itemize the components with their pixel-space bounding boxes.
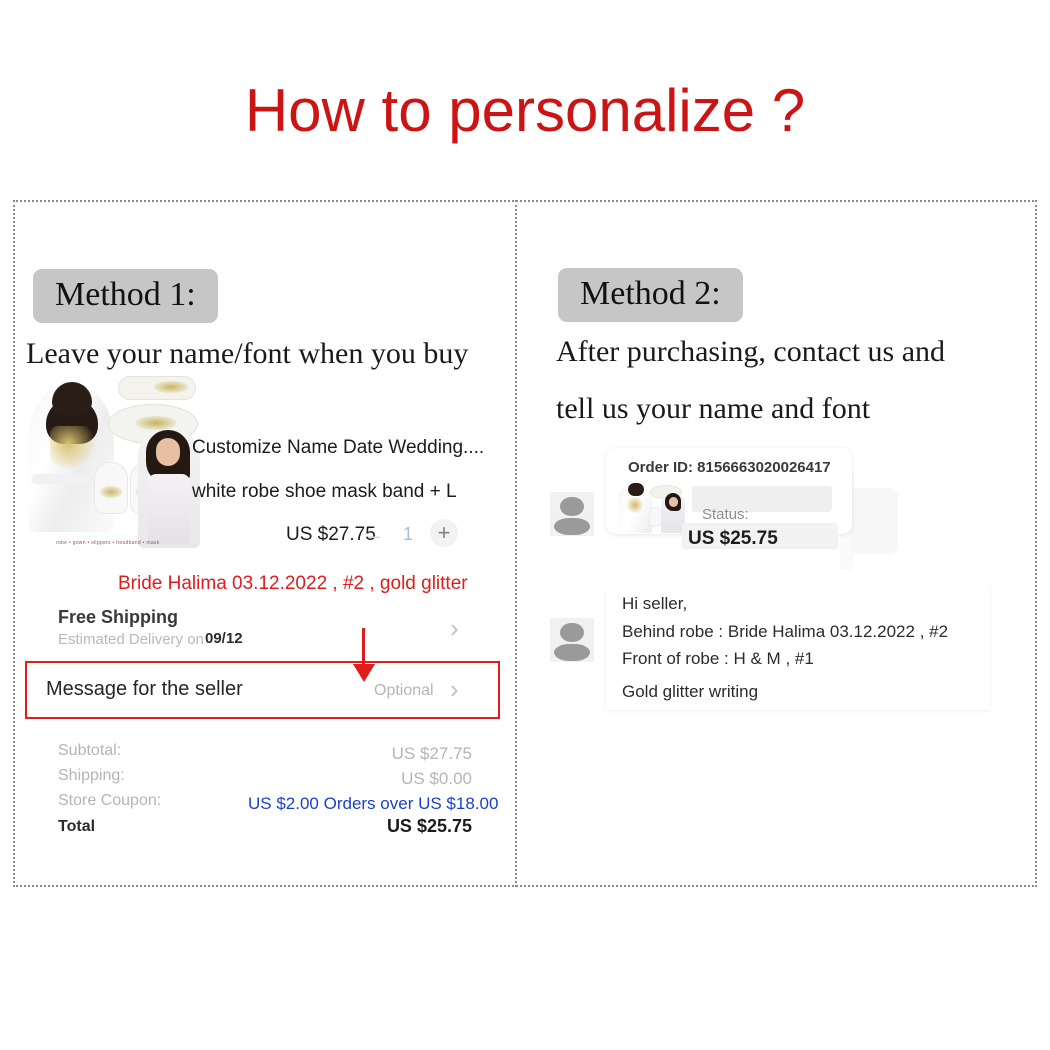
avatar — [550, 492, 594, 536]
model-image — [138, 430, 200, 548]
quantity-value: 1 — [403, 524, 414, 544]
order-thumbnail — [617, 481, 687, 533]
headband-script-icon — [154, 381, 188, 393]
order-id-text: Order ID: 8156663020026417 — [628, 459, 831, 476]
method-1-subtitle: Leave your name/font when you buy — [26, 337, 469, 370]
chat-message-line: Gold glitter writing — [622, 682, 759, 701]
method-2-badge: Method 2: — [558, 268, 743, 322]
total-value: US $25.75 — [386, 816, 472, 836]
shipping-label: Shipping: — [58, 767, 125, 784]
headband-image — [118, 376, 196, 400]
slipper-script-icon — [100, 486, 122, 498]
red-annotation-example: Bride Halima 03.12.2022 , #2 , gold glit… — [118, 573, 468, 594]
robe-model-head-icon — [52, 382, 92, 416]
estimated-delivery-label: Estimated Delivery on — [58, 631, 204, 648]
order-status-label: Status: — [702, 506, 749, 523]
page-title: How to personalize ? — [244, 77, 806, 144]
product-price: US $27.75 — [286, 524, 376, 545]
method-1-badge: Method 1: — [33, 269, 218, 323]
product-variant: white robe shoe mask band + L — [192, 481, 457, 502]
gold-script-icon — [626, 497, 644, 513]
slipper-left-image — [94, 462, 128, 514]
avatar-body-icon — [554, 518, 590, 535]
avatar-head-icon — [560, 623, 584, 642]
subtotal-value: US $27.75 — [391, 744, 472, 763]
order-price-value: US $25.75 — [688, 528, 778, 549]
estimated-delivery-date: 09/12 — [205, 630, 243, 647]
infographic-page: How to personalize ? Method 1: Leave you… — [0, 0, 1050, 1050]
chevron-right-icon[interactable]: › — [450, 676, 459, 702]
quantity-increase-button[interactable]: + — [430, 519, 458, 547]
store-coupon-value[interactable]: US $2.00 Orders over US $18.00 — [248, 794, 498, 814]
total-label: Total — [58, 818, 96, 835]
robe-image — [618, 483, 652, 533]
avatar-head-icon — [560, 497, 584, 516]
model-face-icon — [669, 497, 678, 507]
model-face-icon — [156, 438, 180, 466]
subtotal-label: Subtotal: — [58, 742, 122, 759]
avatar — [550, 618, 594, 662]
chat-message-line: Hi seller, — [622, 594, 688, 613]
message-optional-hint: Optional — [374, 682, 434, 699]
mask-script-icon — [136, 416, 176, 430]
method-2-subtitle-line-1: After purchasing, contact us and — [556, 335, 946, 368]
thumbnail-caption: robe • gown • slippers • headband • mask — [56, 540, 160, 546]
model-dress — [148, 474, 190, 544]
free-shipping-label: Free Shipping — [58, 607, 179, 627]
background-artifact — [850, 488, 898, 554]
robe-model-head-icon — [628, 483, 644, 496]
store-coupon-label: Store Coupon: — [58, 792, 162, 809]
chevron-right-icon[interactable]: › — [450, 615, 459, 641]
method-2-subtitle-line-2: tell us your name and font — [556, 392, 871, 425]
product-thumbnail[interactable]: robe • gown • slippers • headband • mask — [26, 372, 201, 548]
product-title: Customize Name Date Wedding.... — [192, 437, 485, 458]
chat-message-line: Front of robe : H & M , #1 — [622, 649, 814, 668]
quantity-decrease-button[interactable]: – — [368, 525, 380, 547]
avatar-body-icon — [554, 644, 590, 661]
chat-message-line: Behind robe : Bride Halima 03.12.2022 , … — [622, 622, 949, 641]
shipping-value: US $0.00 — [401, 769, 472, 788]
message-for-seller-label: Message for the seller — [46, 678, 243, 700]
gold-script-icon — [50, 426, 96, 470]
